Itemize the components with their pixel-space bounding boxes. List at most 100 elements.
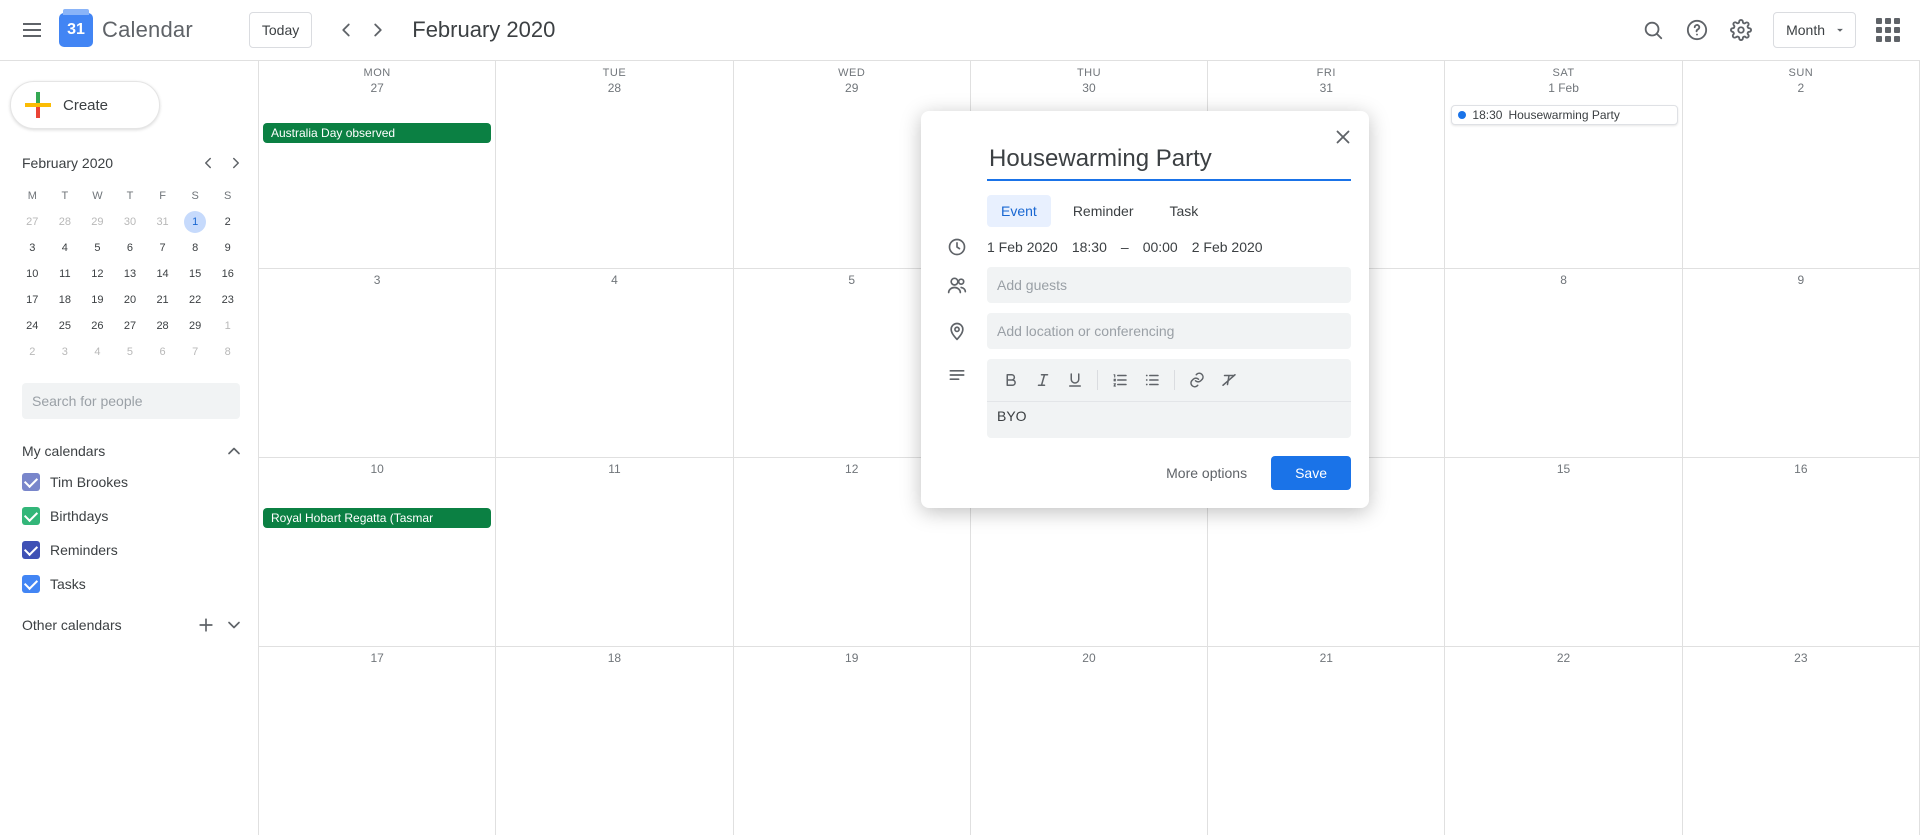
day-cell[interactable]: 3	[259, 269, 496, 457]
day-cell[interactable]: 4	[496, 269, 733, 457]
event-end-date[interactable]: 2 Feb 2020	[1192, 239, 1263, 255]
mini-day[interactable]: 23	[211, 287, 244, 313]
mini-day[interactable]: 8	[211, 339, 244, 365]
mini-day[interactable]: 22	[179, 287, 212, 313]
calendar-logo[interactable]: 31	[56, 10, 96, 50]
mini-day[interactable]: 21	[146, 287, 179, 313]
day-cell[interactable]: 22	[1445, 647, 1682, 835]
mini-day[interactable]: 15	[179, 261, 212, 287]
mini-day[interactable]: 6	[114, 235, 147, 261]
popup-tab-task[interactable]: Task	[1156, 195, 1213, 227]
mini-day[interactable]: 7	[146, 235, 179, 261]
popup-tab-event[interactable]: Event	[987, 195, 1051, 227]
my-calendars-header[interactable]: My calendars	[22, 443, 220, 459]
day-cell[interactable]: 19	[734, 647, 971, 835]
mini-prev-button[interactable]	[194, 149, 222, 177]
day-cell[interactable]: 1 Feb18:30Housewarming Party	[1445, 79, 1682, 268]
mini-day[interactable]: 24	[16, 313, 49, 339]
day-cell[interactable]: 2	[1683, 79, 1920, 268]
mini-day[interactable]: 9	[211, 235, 244, 261]
other-calendars-expand[interactable]	[220, 611, 248, 639]
google-apps-button[interactable]	[1868, 10, 1908, 50]
search-people-input[interactable]: Search for people	[22, 383, 240, 419]
day-cell[interactable]: 18	[496, 647, 733, 835]
mini-day[interactable]: 29	[81, 209, 114, 235]
mini-day[interactable]: 28	[49, 209, 82, 235]
save-button[interactable]: Save	[1271, 456, 1351, 490]
event-chip[interactable]: Australia Day observed	[263, 123, 491, 143]
mini-day[interactable]: 2	[211, 209, 244, 235]
mini-day[interactable]: 10	[16, 261, 49, 287]
day-cell[interactable]: 9	[1683, 269, 1920, 457]
day-cell[interactable]: 27Australia Day observed	[259, 79, 496, 268]
mini-day[interactable]: 31	[146, 209, 179, 235]
next-month-button[interactable]	[362, 14, 394, 46]
day-cell[interactable]: 20	[971, 647, 1208, 835]
event-end-time[interactable]: 00:00	[1143, 239, 1178, 255]
mini-day[interactable]: 2	[16, 339, 49, 365]
mini-next-button[interactable]	[222, 149, 250, 177]
mini-day[interactable]: 5	[114, 339, 147, 365]
day-cell[interactable]: 16	[1683, 458, 1920, 646]
day-cell[interactable]: 23	[1683, 647, 1920, 835]
mini-day[interactable]: 25	[49, 313, 82, 339]
event-item[interactable]: 18:30Housewarming Party	[1451, 105, 1677, 125]
mini-day[interactable]: 4	[81, 339, 114, 365]
mini-day[interactable]: 19	[81, 287, 114, 313]
event-start-date[interactable]: 1 Feb 2020	[987, 239, 1058, 255]
link-button[interactable]	[1181, 365, 1213, 395]
mini-day[interactable]: 29	[179, 313, 212, 339]
close-popup-button[interactable]	[1327, 121, 1359, 153]
day-cell[interactable]: 8	[1445, 269, 1682, 457]
mini-day[interactable]: 12	[81, 261, 114, 287]
mini-day[interactable]: 8	[179, 235, 212, 261]
day-cell[interactable]: 17	[259, 647, 496, 835]
event-title-input[interactable]	[987, 141, 1351, 181]
add-guests-input[interactable]: Add guests	[987, 267, 1351, 303]
search-button[interactable]	[1633, 10, 1673, 50]
calendar-toggle[interactable]: Birthdays	[22, 499, 248, 533]
day-cell[interactable]: 10Royal Hobart Regatta (Tasmar	[259, 458, 496, 646]
mini-day[interactable]: 1	[211, 313, 244, 339]
italic-button[interactable]	[1027, 365, 1059, 395]
add-location-input[interactable]: Add location or conferencing	[987, 313, 1351, 349]
day-cell[interactable]: 21	[1208, 647, 1445, 835]
prev-month-button[interactable]	[330, 14, 362, 46]
create-button[interactable]: Create	[10, 81, 160, 129]
day-cell[interactable]: 15	[1445, 458, 1682, 646]
clear-format-button[interactable]	[1213, 365, 1245, 395]
today-button[interactable]: Today	[249, 12, 312, 48]
my-calendars-collapse[interactable]	[220, 437, 248, 465]
numbered-list-button[interactable]	[1104, 365, 1136, 395]
popup-tab-reminder[interactable]: Reminder	[1059, 195, 1148, 227]
mini-day[interactable]: 17	[16, 287, 49, 313]
settings-button[interactable]	[1721, 10, 1761, 50]
mini-day[interactable]: 3	[16, 235, 49, 261]
mini-day[interactable]: 20	[114, 287, 147, 313]
add-other-calendar[interactable]	[192, 611, 220, 639]
mini-day[interactable]: 7	[179, 339, 212, 365]
mini-day[interactable]: 26	[81, 313, 114, 339]
mini-day[interactable]: 1	[179, 209, 212, 235]
description-input[interactable]: BYO	[987, 402, 1351, 430]
mini-day[interactable]: 27	[114, 313, 147, 339]
mini-day[interactable]: 27	[16, 209, 49, 235]
mini-day[interactable]: 30	[114, 209, 147, 235]
event-start-time[interactable]: 18:30	[1072, 239, 1107, 255]
mini-day[interactable]: 14	[146, 261, 179, 287]
mini-day[interactable]: 3	[49, 339, 82, 365]
mini-day[interactable]: 6	[146, 339, 179, 365]
bullet-list-button[interactable]	[1136, 365, 1168, 395]
bold-button[interactable]	[995, 365, 1027, 395]
main-menu-button[interactable]	[12, 10, 52, 50]
calendar-toggle[interactable]: Reminders	[22, 533, 248, 567]
help-button[interactable]	[1677, 10, 1717, 50]
mini-day[interactable]: 18	[49, 287, 82, 313]
underline-button[interactable]	[1059, 365, 1091, 395]
day-cell[interactable]: 11	[496, 458, 733, 646]
mini-day[interactable]: 13	[114, 261, 147, 287]
view-dropdown[interactable]: Month	[1773, 12, 1856, 48]
calendar-toggle[interactable]: Tasks	[22, 567, 248, 601]
mini-day[interactable]: 4	[49, 235, 82, 261]
mini-day[interactable]: 16	[211, 261, 244, 287]
